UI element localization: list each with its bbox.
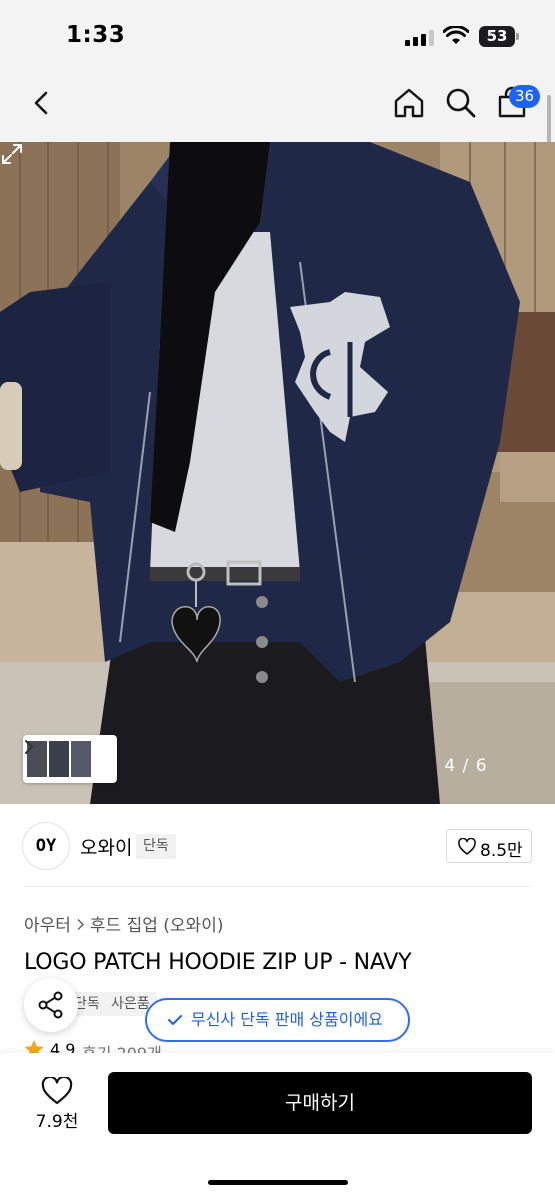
image-counter: 4 / 6 — [444, 756, 488, 776]
breadcrumb-item-outer[interactable]: 아우터 — [24, 916, 71, 936]
check-icon — [168, 1015, 182, 1025]
thumbnail-strip[interactable] — [23, 735, 117, 783]
divider — [24, 886, 532, 887]
heart-icon — [41, 1077, 73, 1105]
bottom-action-bar: 7.9천 구매하기 — [0, 1053, 555, 1200]
product-photo — [0, 142, 555, 804]
wifi-icon — [443, 26, 469, 44]
home-indicator — [208, 1180, 348, 1185]
expand-icon[interactable] — [0, 142, 24, 166]
brand-like-button[interactable]: 8.5만 — [446, 829, 532, 863]
cellular-signal-icon — [405, 30, 435, 46]
breadcrumb-item-category[interactable]: 후드 집업 (오와이) — [90, 916, 224, 936]
status-time: 1:33 — [66, 22, 126, 48]
search-icon[interactable] — [444, 86, 478, 120]
chevron-right-icon — [25, 740, 34, 754]
exclusive-toast: 무신사 단독 판매 상품이에요 — [145, 998, 410, 1042]
share-icon — [38, 991, 63, 1019]
battery-tip — [516, 33, 519, 40]
battery-icon: 53 — [479, 26, 515, 47]
exclusive-badge: 단독 — [136, 834, 176, 859]
product-like-button[interactable]: 7.9천 — [24, 1073, 90, 1133]
nav-bar — [0, 70, 555, 142]
breadcrumb: 아우터 후드 집업 (오와이) — [24, 911, 223, 936]
scroll-indicator — [547, 95, 551, 143]
brand-like-count: 8.5만 — [480, 841, 523, 861]
share-button[interactable] — [24, 978, 78, 1032]
buy-button[interactable]: 구매하기 — [108, 1072, 532, 1134]
product-title: LOGO PATCH HOODIE ZIP UP - NAVY — [24, 950, 412, 975]
brand-logo[interactable]: OY — [22, 822, 70, 870]
brand-name[interactable]: 오와이 — [80, 833, 132, 860]
cart-count-badge: 36 — [509, 85, 541, 108]
toast-text: 무신사 단독 판매 상품이에요 — [191, 1010, 383, 1029]
back-arrow-icon[interactable] — [26, 86, 60, 120]
product-image[interactable]: 4 / 6 — [0, 142, 555, 804]
chevron-right-icon — [77, 918, 84, 931]
status-bar: 1:33 53 — [0, 0, 555, 70]
home-icon[interactable] — [392, 86, 426, 120]
heart-icon — [458, 838, 476, 855]
product-like-count: 7.9천 — [35, 1112, 79, 1132]
